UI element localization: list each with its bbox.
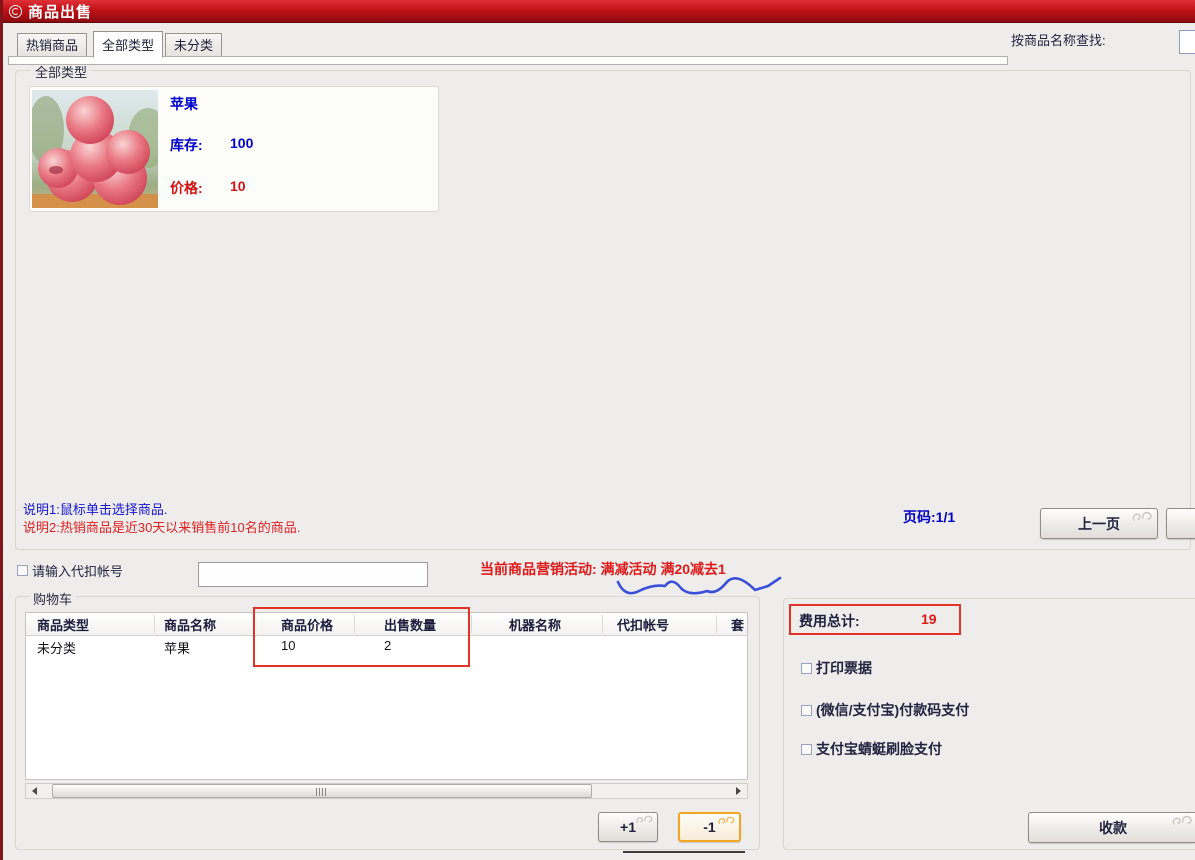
qr-pay-label: (微信/支付宝)付款码支付 [816,700,969,720]
app-logo-icon [9,5,22,18]
stock-value: 100 [230,135,253,151]
col-separator [354,615,355,633]
qr-pay-row[interactable]: (微信/支付宝)付款码支付 [801,700,969,720]
stock-label: 库存: [170,135,203,155]
prev-page-button[interactable]: 上一页 [1040,508,1158,539]
button-swirl-icon [717,815,737,827]
cart-horizontal-scrollbar[interactable] [25,783,748,799]
next-page-button[interactable] [1166,508,1195,539]
face-pay-label: 支付宝蜻蜓刷脸支付 [816,739,942,759]
window-title: 商品出售 [28,1,92,22]
search-input[interactable] [1179,30,1195,54]
focus-underline [623,851,745,853]
product-sale-window: 商品出售 热销商品 全部类型 未分类 按商品名称查找: 全部类型 [0,0,1195,860]
cart-groupbox-label: 购物车 [29,589,76,608]
tab-all-types[interactable]: 全部类型 [93,31,163,58]
tab-uncategorized[interactable]: 未分类 [165,33,222,57]
print-receipt-row[interactable]: 打印票据 [801,658,872,678]
col-machine-name[interactable]: 机器名称 [509,615,561,634]
cell-qty[interactable]: 2 [384,638,391,653]
title-bar: 商品出售 [3,0,1195,23]
apple-product-image [32,90,158,208]
total-cost-value: 19 [921,611,937,627]
deduct-account-label: 请输入代扣帐号 [32,561,123,580]
col-sale-qty[interactable]: 出售数量 [384,615,436,634]
instruction-note-1: 说明1:鼠标单击选择商品. [23,499,167,518]
plus-one-label: +1 [620,819,636,835]
checkout-label: 收款 [1099,820,1127,836]
cart-table-header[interactable]: 商品类型 商品名称 商品价格 出售数量 机器名称 代扣帐号 套 [26,613,747,636]
prev-page-label: 上一页 [1078,516,1120,532]
deduct-account-checkbox[interactable] [17,565,28,576]
tab-hot-products[interactable]: 热销商品 [17,33,87,57]
print-receipt-checkbox[interactable] [801,663,812,674]
col-product-price[interactable]: 商品价格 [281,615,333,634]
cell-name[interactable]: 苹果 [164,638,190,657]
minus-one-label: -1 [703,819,715,835]
scrollbar-thumb[interactable] [52,784,592,798]
scrollbar-grip [316,788,328,796]
col-deduct-acct[interactable]: 代扣帐号 [617,615,669,634]
face-pay-checkbox[interactable] [801,744,812,755]
page-number: 页码:1/1 [903,507,955,527]
total-cost-label: 费用总计: [799,611,860,631]
col-separator [471,615,472,633]
qr-pay-checkbox[interactable] [801,705,812,716]
face-pay-row[interactable]: 支付宝蜻蜓刷脸支付 [801,739,942,759]
search-by-name-label: 按商品名称查找: [1011,30,1106,49]
col-separator [602,615,603,633]
cell-price[interactable]: 10 [281,638,295,653]
col-separator [254,615,255,633]
button-swirl-icon [1171,814,1195,828]
price-label: 价格: [170,178,203,198]
button-swirl-icon [1131,510,1155,524]
deduct-account-checkbox-row[interactable]: 请输入代扣帐号 [17,561,123,580]
cart-table[interactable]: 商品类型 商品名称 商品价格 出售数量 机器名称 代扣帐号 套 未分类 苹果 1… [25,612,748,780]
col-package[interactable]: 套 [731,615,744,634]
instruction-note-2: 说明2:热销商品是近30天以来销售前10名的商品. [23,517,300,536]
deduct-account-input[interactable] [198,562,428,587]
col-separator [154,615,155,633]
checkout-button[interactable]: 收款 [1028,812,1195,843]
product-card-apple[interactable]: 苹果 库存: 100 价格: 10 [29,86,439,212]
col-product-name[interactable]: 商品名称 [164,615,216,634]
scroll-left-arrow-icon[interactable] [26,784,42,798]
print-receipt-label: 打印票据 [816,658,872,678]
cell-type[interactable]: 未分类 [37,638,76,657]
decrease-qty-button[interactable]: -1 [678,812,741,842]
button-swirl-icon [635,814,655,826]
col-product-type[interactable]: 商品类型 [37,615,89,634]
product-name: 苹果 [170,94,198,114]
scroll-right-arrow-icon[interactable] [731,784,747,798]
increase-qty-button[interactable]: +1 [598,812,658,842]
price-value: 10 [230,178,246,194]
col-separator [716,615,717,633]
